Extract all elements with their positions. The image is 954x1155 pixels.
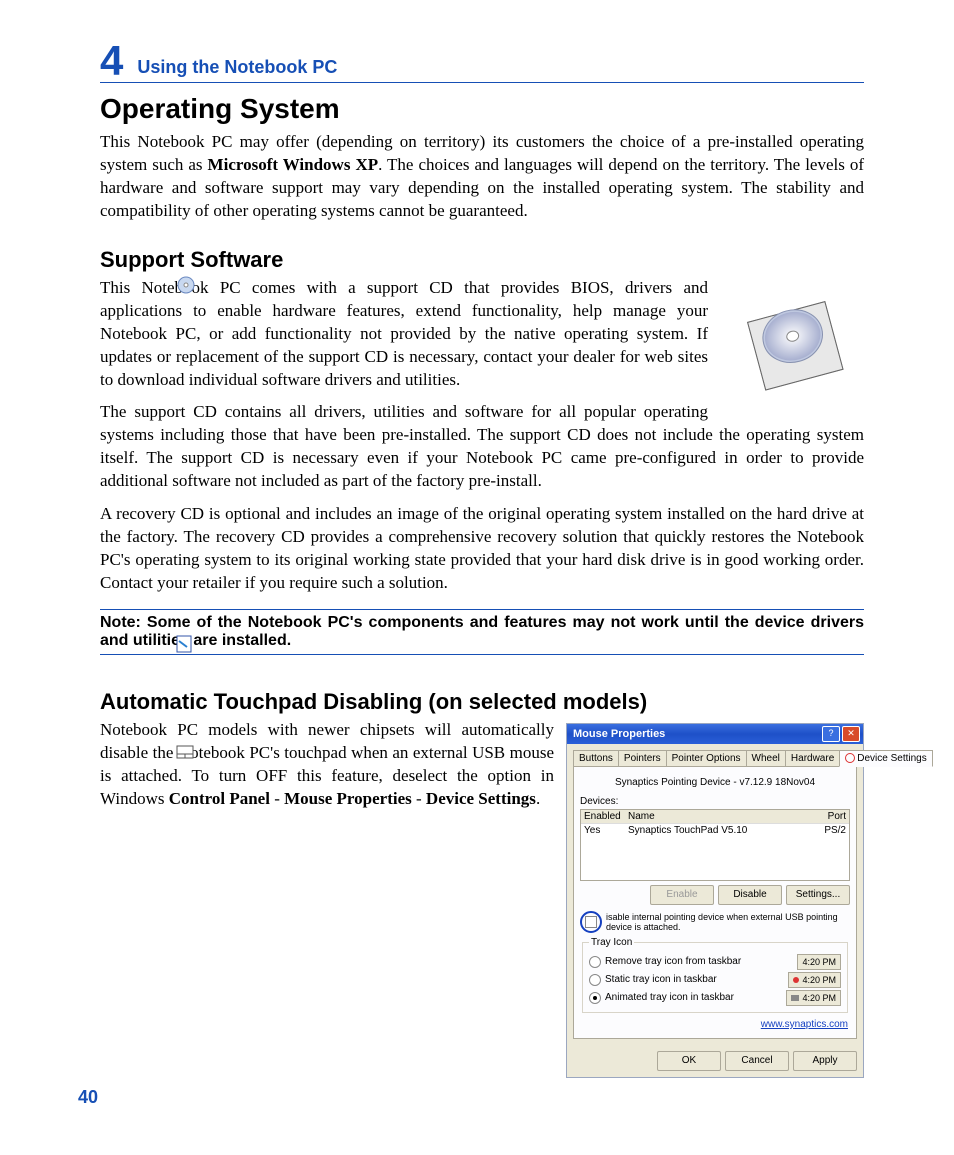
disable-button[interactable]: Disable: [718, 885, 782, 905]
time-display: 4:20 PM: [786, 990, 841, 1006]
tab-pointer-options[interactable]: Pointer Options: [666, 750, 747, 766]
chapter-header: 4 Using the Notebook PC: [100, 40, 864, 83]
disable-internal-checkbox[interactable]: isable internal pointing device when ext…: [580, 911, 850, 933]
apply-button[interactable]: Apply: [793, 1051, 857, 1071]
radio-remove-tray[interactable]: Remove tray icon from taskbar: [589, 956, 741, 968]
highlight-circle: [580, 911, 602, 933]
devices-label: Devices:: [580, 796, 850, 807]
synaptics-link[interactable]: www.synaptics.com: [761, 1019, 848, 1030]
tray-icon-group: Tray Icon Remove tray icon from taskbar …: [582, 937, 848, 1013]
paragraph: A recovery CD is optional and includes a…: [100, 503, 864, 595]
tab-pointers[interactable]: Pointers: [618, 750, 667, 766]
time-display: 4:20 PM: [797, 954, 841, 970]
devices-list[interactable]: Enabled Name Port Yes Synaptics TouchPad…: [580, 809, 850, 881]
radio-static-tray[interactable]: Static tray icon in taskbar: [589, 974, 717, 986]
settings-button[interactable]: Settings...: [786, 885, 850, 905]
radio-animated-tray[interactable]: Animated tray icon in taskbar: [589, 992, 734, 1004]
heading-support-software: Support Software: [100, 247, 864, 273]
tab-hardware[interactable]: Hardware: [785, 750, 840, 766]
page-number: 40: [78, 1087, 98, 1108]
tab-device-settings[interactable]: Device Settings: [839, 750, 932, 767]
note-icon: [176, 635, 196, 655]
tab-wheel[interactable]: Wheel: [746, 750, 786, 766]
enable-button[interactable]: Enable: [650, 885, 714, 905]
tab-buttons[interactable]: Buttons: [573, 750, 619, 766]
tab-strip: Buttons Pointers Pointer Options Wheel H…: [573, 750, 857, 767]
heading-operating-system: Operating System: [100, 93, 864, 125]
paragraph: This Notebook PC may offer (depending on…: [100, 131, 864, 223]
version-label: Synaptics Pointing Device - v7.12.9 18No…: [580, 777, 850, 788]
cancel-button[interactable]: Cancel: [725, 1051, 789, 1071]
mouse-properties-dialog: Mouse Properties ? ✕ Buttons Pointers Po…: [566, 723, 864, 1078]
paragraph: The support CD contains all drivers, uti…: [100, 401, 864, 493]
close-button[interactable]: ✕: [842, 726, 860, 742]
dialog-title-bar: Mouse Properties ? ✕: [567, 724, 863, 744]
note-block: Note: Some of the Notebook PC's componen…: [100, 609, 864, 655]
touchpad-icon: [176, 745, 196, 765]
time-display: 4:20 PM: [788, 972, 841, 988]
cd-icon: [176, 275, 196, 295]
chapter-title: Using the Notebook PC: [137, 57, 337, 78]
ok-button[interactable]: OK: [657, 1051, 721, 1071]
help-button[interactable]: ?: [822, 726, 840, 742]
table-row[interactable]: Yes Synaptics TouchPad V5.10 PS/2: [581, 824, 849, 837]
chapter-number: 4: [100, 40, 123, 82]
cd-case-image: [724, 281, 864, 401]
dialog-title: Mouse Properties: [573, 728, 665, 740]
heading-touchpad-disabling: Automatic Touchpad Disabling (on selecte…: [100, 689, 864, 715]
